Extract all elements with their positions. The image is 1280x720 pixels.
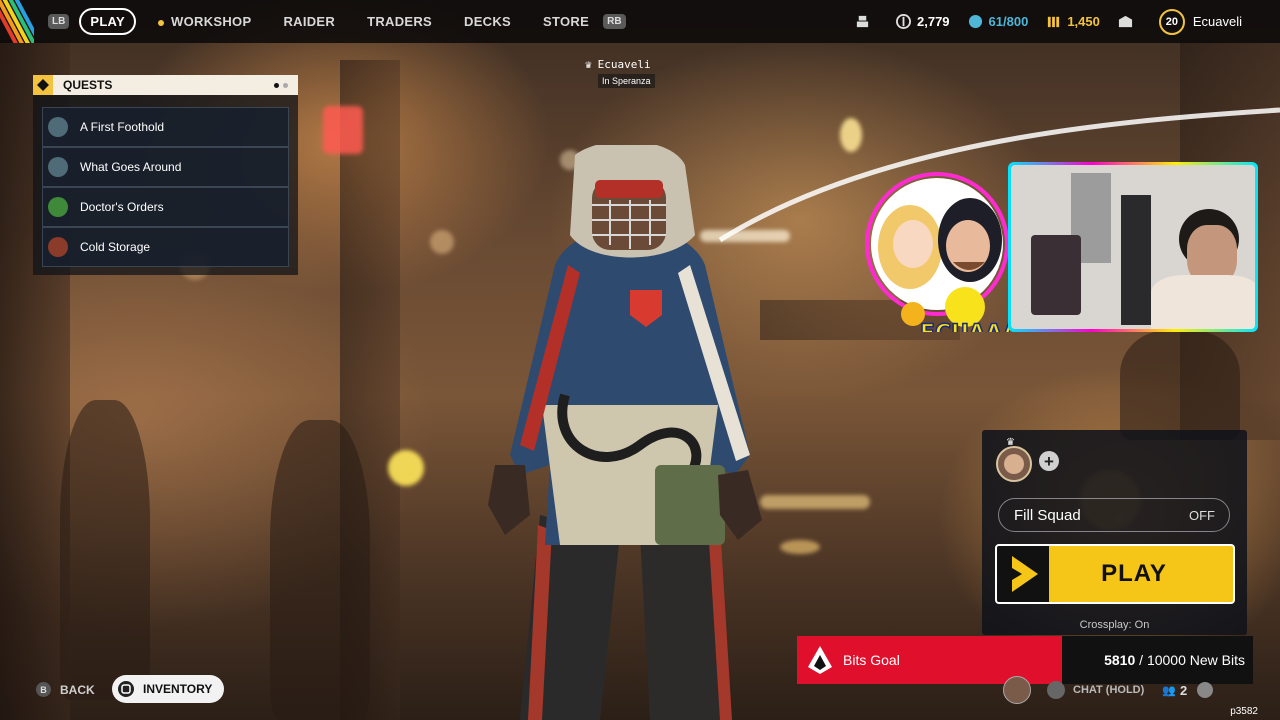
notification-dot-icon: [158, 19, 165, 26]
quest-giver-avatar-icon: [48, 117, 68, 137]
left-bumper-hint: LB: [48, 14, 70, 29]
chat-bar: CHAT (HOLD) 👥 2: [1003, 676, 1221, 704]
raider-character: [488, 145, 762, 720]
bits-gem-icon: [808, 646, 832, 674]
mail-button[interactable]: [1118, 14, 1139, 29]
fill-squad-label: Fill Squad: [1014, 506, 1081, 524]
streamer-logo: ECUAAA: [865, 172, 1010, 332]
tab-workshop-label: WORKSHOP: [171, 14, 252, 29]
quest-diamond-icon: [33, 75, 53, 95]
credits-value: 1,450: [1067, 14, 1100, 29]
stat-credits: 1,450: [1046, 14, 1100, 29]
crossplay-status: Crossplay: On: [1079, 619, 1150, 631]
quest-item[interactable]: A First Foothold: [42, 107, 289, 147]
squad-leader-avatar[interactable]: [996, 446, 1032, 482]
inventory-button[interactable]: INVENTORY: [112, 675, 225, 703]
back-button[interactable]: B BACK: [36, 682, 95, 697]
stat-tool[interactable]: [855, 14, 876, 29]
tab-decks[interactable]: DECKS: [464, 14, 511, 29]
player-level-badge: 20: [1158, 8, 1185, 35]
quest-label: Cold Storage: [80, 240, 151, 254]
character-nametag: ♛ Ecuaveli In Speranza: [585, 58, 655, 89]
party-count: 2: [1179, 682, 1188, 698]
stash-icon: [968, 14, 982, 29]
right-bumper-hint: RB: [603, 14, 626, 29]
chat-icon: [1047, 681, 1065, 699]
player-avatar[interactable]: [1003, 676, 1031, 704]
bits-goal-current: 5810: [1104, 652, 1136, 668]
play-button[interactable]: PLAY: [995, 544, 1235, 604]
character-location: In Speranza: [598, 74, 655, 88]
quest-label: Doctor's Orders: [80, 200, 164, 214]
inventory-icon: [118, 681, 134, 697]
chat-label[interactable]: CHAT (HOLD): [1073, 684, 1144, 696]
tab-store[interactable]: STORE: [543, 14, 589, 29]
bits-goal-target: 10000 New Bits: [1146, 652, 1245, 668]
quests-header: QUESTS: [33, 75, 298, 95]
tab-workshop[interactable]: WORKSHOP: [158, 14, 251, 29]
quest-giver-avatar-icon: [48, 157, 68, 177]
tab-play[interactable]: PLAY: [79, 8, 137, 35]
quest-label: A First Foothold: [80, 120, 165, 134]
quest-giver-avatar-icon: [48, 197, 68, 217]
rainbow-stripes-decoration: [0, 0, 34, 43]
coins-value: 2,779: [917, 14, 950, 29]
fill-squad-toggle[interactable]: Fill Squad OFF: [998, 498, 1230, 532]
quest-giver-avatar-icon: [48, 237, 68, 257]
top-navigation-bar: LB PLAY WORKSHOP RAIDER TRADERS DECKS ST…: [0, 0, 1280, 43]
quests-panel: QUESTS A First Foothold What Goes Around…: [33, 75, 298, 275]
inventory-label: INVENTORY: [143, 682, 213, 696]
quest-item[interactable]: Cold Storage: [42, 227, 289, 267]
coin-icon: [896, 14, 911, 29]
tab-raider[interactable]: RAIDER: [283, 14, 335, 29]
stat-capacity: 61/800: [968, 14, 1029, 29]
webcam-frame: [1008, 162, 1258, 332]
fill-squad-value: OFF: [1189, 507, 1215, 523]
watermark: p3582: [1230, 706, 1258, 717]
credits-icon: [1048, 16, 1060, 28]
webcam-feed: [1011, 165, 1255, 329]
crown-icon: ♛: [585, 58, 592, 71]
back-label: BACK: [60, 682, 95, 697]
play-chevron-icon: [997, 546, 1049, 602]
menu-icon[interactable]: [1197, 682, 1214, 698]
squad-panel: ♛ + Fill Squad OFF PLAY Crossplay: On: [982, 430, 1247, 635]
character-name: Ecuaveli: [597, 58, 651, 71]
logo-text: ECUAAA: [920, 321, 1010, 332]
capacity-value: 61/800: [988, 14, 1029, 29]
party-icon: 👥: [1162, 684, 1176, 697]
quests-pager[interactable]: [270, 82, 288, 88]
tab-traders[interactable]: TRADERS: [367, 14, 432, 29]
main-nav: LB PLAY WORKSHOP RAIDER TRADERS DECKS ST…: [48, 0, 626, 43]
quest-item[interactable]: What Goes Around: [42, 147, 289, 187]
b-button-icon: B: [36, 682, 51, 697]
quests-title: QUESTS: [63, 78, 113, 92]
player-name[interactable]: Ecuaveli: [1193, 14, 1242, 29]
bits-goal-title: Bits Goal: [843, 652, 900, 668]
bits-goal-value: 5810 / 10000 New Bits: [1104, 652, 1245, 668]
stat-coins: 2,779: [896, 14, 950, 29]
quest-item[interactable]: Doctor's Orders: [42, 187, 289, 227]
add-squad-member-button[interactable]: +: [1039, 451, 1059, 471]
currency-stats: 2,779 61/800 1,450 20 Ecuaveli: [855, 0, 1280, 43]
mail-icon: [1118, 15, 1132, 28]
robot-icon: [856, 15, 869, 28]
play-button-label: PLAY: [1101, 560, 1167, 587]
quest-label: What Goes Around: [80, 160, 182, 174]
